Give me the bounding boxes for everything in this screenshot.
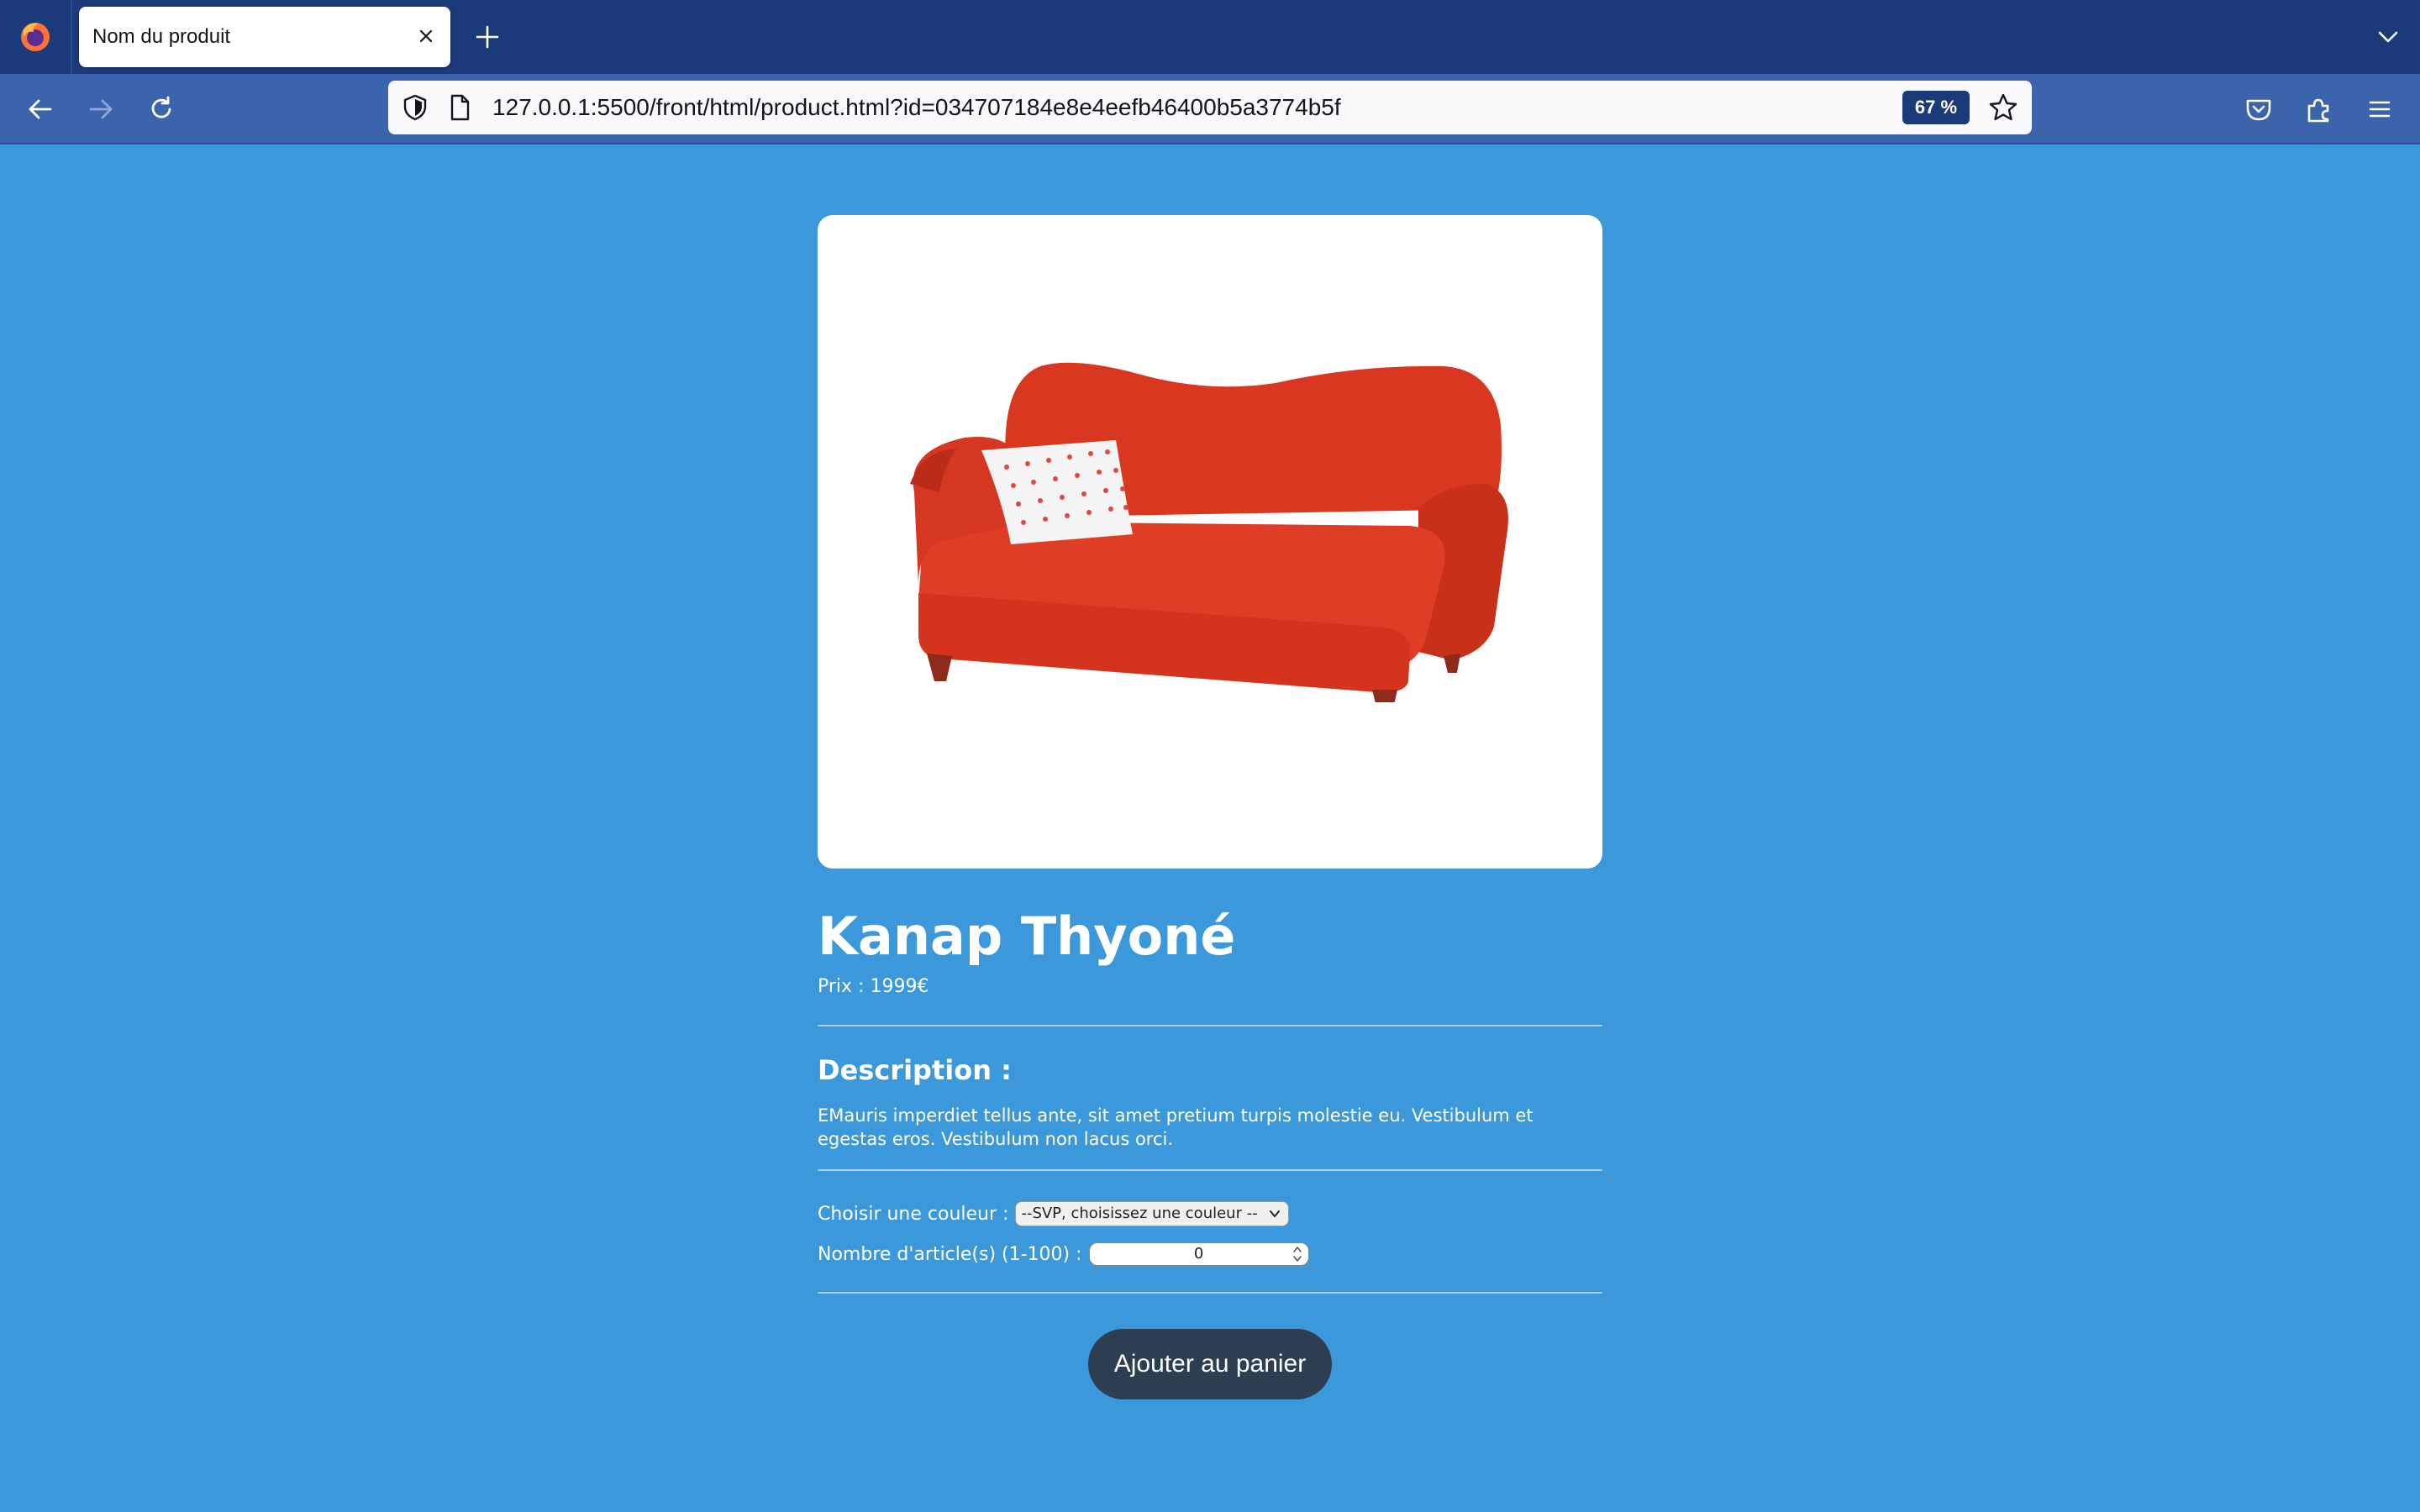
nav-bar: 127.0.0.1:5500/front/html/product.html?i… xyxy=(0,74,2420,144)
divider xyxy=(818,1292,1602,1294)
url-text[interactable]: 127.0.0.1:5500/front/html/product.html?i… xyxy=(492,94,1341,121)
url-path: :5500/front/html/product.html?id=0347071… xyxy=(590,94,1341,120)
product-section: Kanap Thyoné Prix : 1999€ Description : … xyxy=(818,215,1602,1399)
quantity-value: 0 xyxy=(1193,1245,1204,1263)
tab-title: Nom du produit xyxy=(92,25,231,48)
divider xyxy=(818,1025,1602,1026)
forward-arrow-icon[interactable] xyxy=(82,91,119,128)
color-select-value: --SVP, choisissez une couleur -- xyxy=(1021,1205,1258,1222)
product-price: Prix : 1999€ xyxy=(818,976,929,997)
url-host: 127.0.0.1 xyxy=(492,94,591,120)
color-label: Choisir une couleur : xyxy=(818,1203,1009,1225)
quantity-row: Nombre d'article(s) (1-100) : 0 xyxy=(818,1242,1602,1267)
close-icon[interactable] xyxy=(412,22,440,50)
reload-icon[interactable] xyxy=(143,91,180,128)
add-to-cart-button[interactable]: Ajouter au panier xyxy=(1088,1329,1332,1399)
chevron-down-icon xyxy=(1270,1210,1281,1217)
product-image-card xyxy=(818,215,1602,869)
menu-icon[interactable] xyxy=(2361,91,2398,128)
color-row: Choisir une couleur : --SVP, choisissez … xyxy=(818,1201,1602,1226)
page-icon[interactable] xyxy=(447,92,472,123)
firefox-icon[interactable] xyxy=(17,18,54,55)
chevron-down-icon[interactable] xyxy=(2373,22,2403,52)
quantity-label: Nombre d'article(s) (1-100) : xyxy=(818,1243,1082,1265)
star-icon[interactable] xyxy=(1986,91,2020,124)
extensions-icon[interactable] xyxy=(2301,91,2338,128)
product-title: Kanap Thyoné xyxy=(818,906,1236,967)
product-options: Choisir une couleur : --SVP, choisissez … xyxy=(818,1201,1602,1267)
plus-icon[interactable] xyxy=(471,20,504,54)
url-bar[interactable]: 127.0.0.1:5500/front/html/product.html?i… xyxy=(388,81,2032,134)
tab-bar: Nom du produit xyxy=(0,0,2420,74)
description-text: EMauris imperdiet tellus ante, sit amet … xyxy=(818,1105,1534,1149)
tab-active[interactable]: Nom du produit xyxy=(79,7,450,67)
add-to-cart-wrap: Ajouter au panier xyxy=(818,1329,1602,1399)
stepper-icon[interactable] xyxy=(1292,1245,1303,1263)
description-title: Description : xyxy=(818,1054,1012,1086)
divider xyxy=(818,1169,1602,1171)
shield-icon[interactable] xyxy=(400,92,430,123)
sofa-image xyxy=(910,362,1508,702)
back-arrow-icon[interactable] xyxy=(22,91,59,128)
color-select[interactable]: --SVP, choisissez une couleur -- xyxy=(1015,1201,1290,1226)
zoom-badge[interactable]: 67 % xyxy=(1902,91,1970,124)
quantity-input[interactable]: 0 xyxy=(1088,1242,1309,1266)
tab-separator xyxy=(71,0,72,74)
pocket-icon[interactable] xyxy=(2240,91,2277,128)
